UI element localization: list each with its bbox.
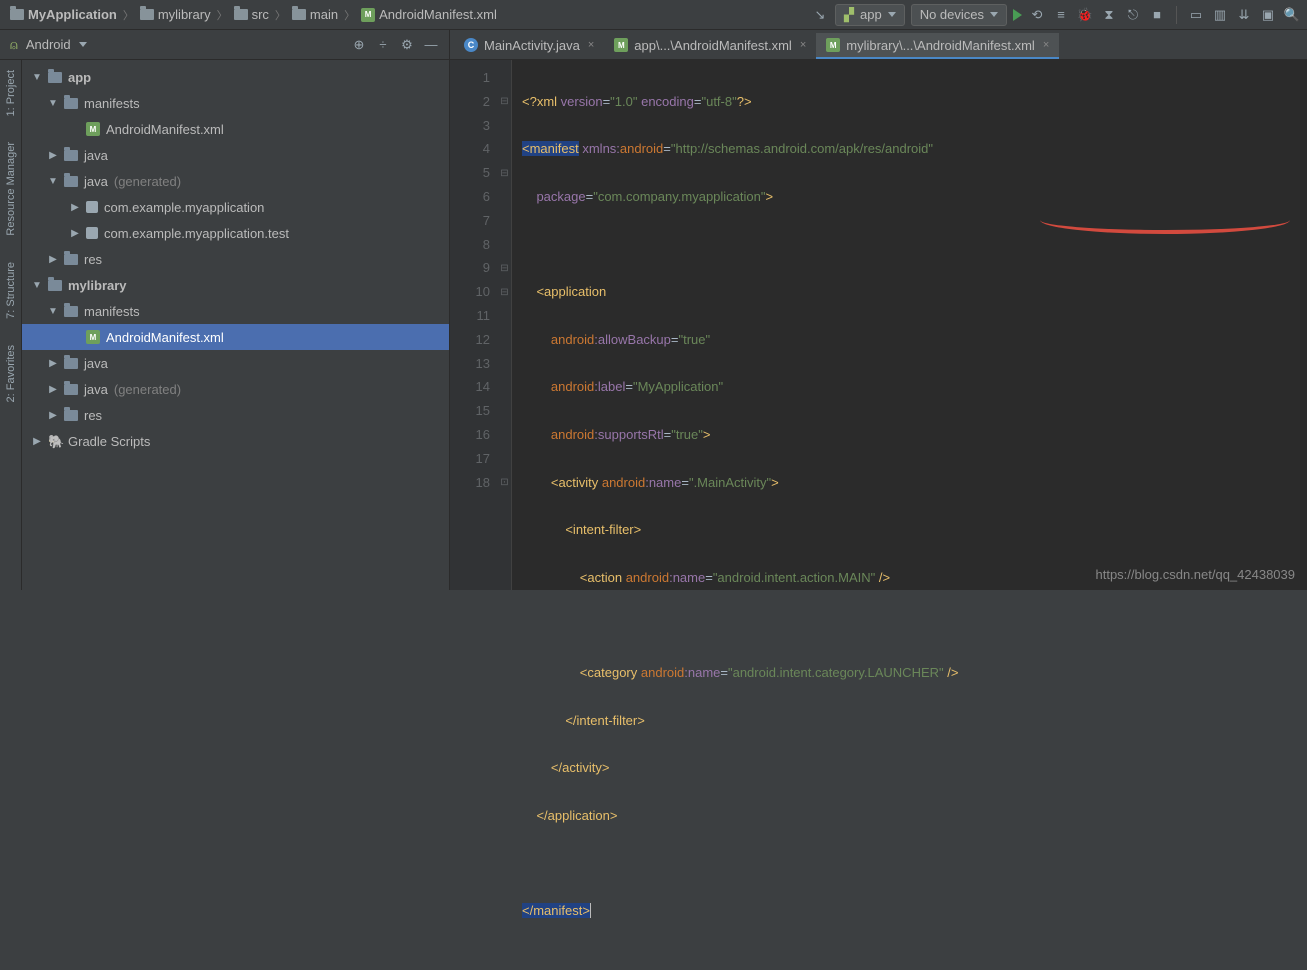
debug-icon[interactable]: 🐞 xyxy=(1076,6,1094,24)
close-icon[interactable]: × xyxy=(1043,39,1049,51)
xml-file-icon: M xyxy=(361,8,375,22)
stop-icon[interactable]: ■ xyxy=(1148,6,1166,24)
avd-manager-icon[interactable]: ▭ xyxy=(1187,6,1205,24)
code-area[interactable]: <?xml version="1.0" encoding="utf-8"?> <… xyxy=(512,60,1307,590)
sdk-manager-icon[interactable]: ▥ xyxy=(1211,6,1229,24)
expand-icon[interactable]: ÷ xyxy=(375,37,391,53)
fold-gutter: ⊟⊟⊟⊟⊡ xyxy=(498,60,512,590)
structure-tool-tab[interactable]: 7: Structure xyxy=(5,256,17,325)
editor-tabs: CMainActivity.java× Mapp\...\AndroidMani… xyxy=(450,30,1307,59)
tab-mylibrary-manifest[interactable]: Mmylibrary\...\AndroidManifest.xml× xyxy=(816,33,1059,59)
scroll-to-source-icon[interactable]: ⊕ xyxy=(351,37,367,53)
favorites-tool-tab[interactable]: 2: Favorites xyxy=(5,339,17,408)
folder-icon xyxy=(234,9,248,20)
code-editor[interactable]: 123456789101112131415161718 ⊟⊟⊟⊟⊡ <?xml … xyxy=(450,60,1307,590)
breadcrumb-item[interactable]: MyApplication xyxy=(6,5,121,24)
folder-icon xyxy=(292,9,306,20)
xml-file-icon: M xyxy=(826,38,840,52)
line-number-gutter: 123456789101112131415161718 xyxy=(450,60,498,590)
apply-code-icon[interactable]: ≡ xyxy=(1052,6,1070,24)
folder-icon xyxy=(64,306,78,317)
pkg-icon xyxy=(86,201,98,213)
tab-app-manifest[interactable]: Mapp\...\AndroidManifest.xml× xyxy=(604,33,816,59)
tree-node[interactable]: ▼app xyxy=(22,64,449,90)
chevron-down-icon[interactable] xyxy=(79,42,87,47)
tree-node[interactable]: ▶java xyxy=(22,142,449,168)
folder-icon xyxy=(140,9,154,20)
xml-icon: M xyxy=(86,330,100,344)
tree-node[interactable]: ▼mylibrary xyxy=(22,272,449,298)
java-file-icon: C xyxy=(464,38,478,52)
tree-node[interactable]: ▶🐘Gradle Scripts xyxy=(22,428,449,454)
attach-debugger-icon[interactable]: ⎋ xyxy=(1124,6,1142,24)
chevron-down-icon xyxy=(888,12,896,17)
device-selector[interactable]: No devices xyxy=(911,4,1007,26)
breadcrumb-item[interactable]: mylibrary xyxy=(136,5,215,24)
watermark: https://blog.csdn.net/qq_42438039 xyxy=(1096,567,1296,582)
pkg-icon xyxy=(86,227,98,239)
run-button-icon[interactable] xyxy=(1013,9,1022,21)
tree-node[interactable]: ▶com.example.myapplication xyxy=(22,194,449,220)
folder-icon xyxy=(64,384,78,395)
layout-inspector-icon[interactable]: ▣ xyxy=(1259,6,1277,24)
project-tool-tab[interactable]: 1: Project xyxy=(5,64,17,122)
folder-icon xyxy=(64,150,78,161)
build-icon[interactable]: ↘ xyxy=(811,6,829,24)
xml-file-icon: M xyxy=(614,38,628,52)
profile-icon[interactable]: ⧗ xyxy=(1100,6,1118,24)
breadcrumb-item[interactable]: MAndroidManifest.xml xyxy=(357,5,501,24)
folder-icon xyxy=(64,410,78,421)
tree-node[interactable]: •MAndroidManifest.xml xyxy=(22,324,449,350)
folder-icon xyxy=(64,254,78,265)
close-icon[interactable]: × xyxy=(588,39,594,51)
tree-node[interactable]: ▶res xyxy=(22,402,449,428)
tree-node[interactable]: •MAndroidManifest.xml xyxy=(22,116,449,142)
tree-node[interactable]: ▶java (generated) xyxy=(22,376,449,402)
folder-icon xyxy=(64,176,78,187)
xml-icon: M xyxy=(86,122,100,136)
breadcrumb-item[interactable]: src xyxy=(230,5,273,24)
resource-manager-tool-tab[interactable]: Resource Manager xyxy=(5,136,17,242)
folder-icon xyxy=(10,9,24,20)
tree-node[interactable]: ▶res xyxy=(22,246,449,272)
tree-node[interactable]: ▼java (generated) xyxy=(22,168,449,194)
navigation-toolbar: MyApplication〉 mylibrary〉 src〉 main〉 MAn… xyxy=(0,0,1307,30)
tool-window-strip-left: 1: Project Resource Manager 7: Structure… xyxy=(0,60,22,590)
breadcrumb-item[interactable]: main xyxy=(288,5,342,24)
gradle-icon: 🐘 xyxy=(48,434,62,448)
run-config-selector[interactable]: ▞app xyxy=(835,4,905,26)
tree-node[interactable]: ▼manifests xyxy=(22,90,449,116)
search-icon[interactable]: 🔍 xyxy=(1283,6,1301,24)
apply-changes-icon[interactable]: ⟲ xyxy=(1028,6,1046,24)
project-view-header: ⍝ Android ⊕ ÷ ⚙ — xyxy=(0,30,450,59)
folder-icon xyxy=(64,98,78,109)
folder-icon xyxy=(64,358,78,369)
folder-icon xyxy=(48,72,62,83)
close-icon[interactable]: × xyxy=(800,39,806,51)
toolbar-actions: ↘ ▞app No devices ⟲ ≡ 🐞 ⧗ ⎋ ■ ▭ ▥ ⇊ ▣ 🔍 xyxy=(811,4,1301,26)
project-tree[interactable]: ▼app▼manifests•MAndroidManifest.xml▶java… xyxy=(22,60,450,590)
chevron-down-icon xyxy=(990,12,998,17)
tree-node[interactable]: ▼manifests xyxy=(22,298,449,324)
project-view-title[interactable]: Android xyxy=(26,37,71,52)
breadcrumb: MyApplication〉 mylibrary〉 src〉 main〉 MAn… xyxy=(6,5,501,24)
hide-icon[interactable]: — xyxy=(423,37,439,53)
tree-node[interactable]: ▶com.example.myapplication.test xyxy=(22,220,449,246)
tree-node[interactable]: ▶java xyxy=(22,350,449,376)
folder-icon xyxy=(48,280,62,291)
tab-mainactivity[interactable]: CMainActivity.java× xyxy=(454,33,604,59)
android-icon: ⍝ xyxy=(10,37,18,53)
sync-icon[interactable]: ⇊ xyxy=(1235,6,1253,24)
settings-icon[interactable]: ⚙ xyxy=(399,37,415,53)
